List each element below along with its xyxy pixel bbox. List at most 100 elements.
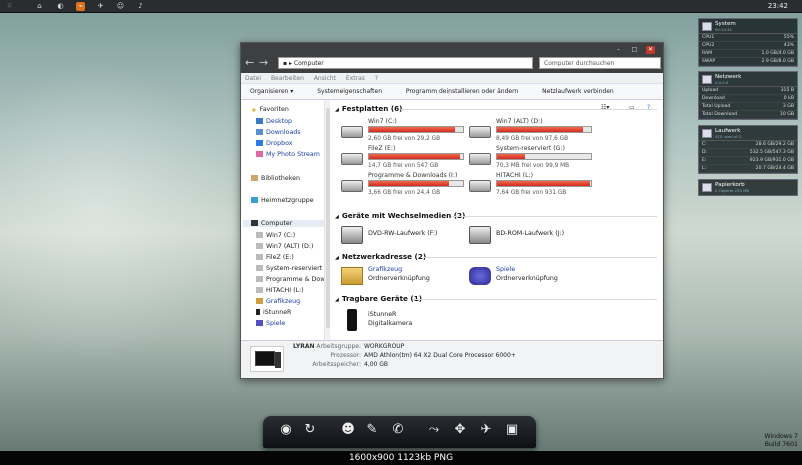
folder-icon [341, 267, 363, 285]
scroll-thumb[interactable] [326, 108, 330, 328]
chat-icon[interactable]: ✎ [363, 421, 381, 439]
menu-file[interactable]: Datei [245, 75, 261, 82]
minimize-button[interactable]: – [614, 46, 623, 54]
bird-icon[interactable]: ✈ [477, 421, 495, 439]
phone-icon [347, 309, 357, 331]
menu-bar: Datei Bearbeiten Ansicht Extras ? [241, 73, 663, 84]
nav-drive-d[interactable]: Win7 (ALT) (D:) [256, 243, 313, 250]
refresh-icon[interactable]: ↻ [301, 421, 319, 439]
bd-drive[interactable]: BD-ROM-Laufwerk (J:) [469, 224, 599, 248]
nav-drive-l[interactable]: HITACHI (L:) [256, 287, 304, 294]
close-button[interactable]: ✕ [646, 46, 655, 54]
windows-drive-icon [469, 126, 491, 138]
firefox-icon[interactable]: ◐ [56, 2, 65, 11]
navigation-pane: ★ Favoriten Desktop Downloads Dropbox My … [241, 100, 327, 340]
forward-icon[interactable]: → [259, 56, 268, 69]
drive-icon [256, 232, 263, 238]
computer-icon: ▪ ▸ [283, 60, 294, 67]
menu-help[interactable]: ? [375, 75, 378, 82]
explorer-window: – □ ✕ ← → ▪ ▸ Computer Computer durchsuc… [240, 42, 664, 379]
nav-favorites[interactable]: ★ Favoriten [251, 106, 289, 114]
menu-edit[interactable]: Bearbeiten [271, 75, 304, 82]
network-gadget: Netzwerk 0.0.0.0 Upload 315 B Download 0 k… [698, 71, 798, 120]
home-icon[interactable]: ⌂ [35, 2, 44, 11]
search-input[interactable]: Computer durchsuchen [539, 57, 661, 69]
drive-icon [256, 276, 263, 282]
nav-drive-e[interactable]: FileZ (E:) [256, 254, 294, 261]
netloc-grafikzeug[interactable]: Grafikzeug Ordnerverknüpfung [341, 265, 471, 289]
explorer-icon[interactable]: ▣ [503, 421, 521, 439]
command-bar: Organisieren ▾ Systemeigenschaften Progr… [241, 84, 663, 111]
clock: 23:42 [767, 2, 788, 10]
nav-photostream[interactable]: My Photo Stream [256, 151, 320, 158]
drive-tile[interactable]: Win7 (C:) 2,60 GB frei von 29,2 GB [341, 118, 471, 146]
windows-watermark: Windows 7 Build 7601 [764, 433, 798, 448]
nav-dropbox[interactable]: Dropbox [256, 140, 293, 147]
phone-icon[interactable]: ✆ [389, 421, 407, 439]
nav-drive-i[interactable]: Programme & Dow [256, 276, 325, 283]
gamepad-icon[interactable]: ✥ [451, 421, 469, 439]
details-pane: LYRAN Arbeitsgruppe: Prozessor: Arbeitss… [241, 340, 663, 378]
homegroup-icon [251, 197, 258, 203]
sound-icon[interactable]: ♪ [136, 2, 145, 11]
drive-icon [469, 180, 491, 192]
share-icon[interactable]: ⤳ [425, 421, 443, 439]
system-properties-button[interactable]: Systemeigenschaften [317, 88, 382, 95]
section-portable[interactable]: ◢ Tragbare Geräte (1) [335, 294, 422, 303]
nav-drive-g[interactable]: System-reserviert [256, 265, 322, 272]
drive-tile[interactable]: Programme & Downloads (I:) 3,66 GB frei v… [341, 172, 471, 200]
section-network[interactable]: ◢ Netzwerkadresse (2) [335, 252, 426, 261]
bd-icon [469, 226, 491, 244]
nav-istunner[interactable]: iStunneR [256, 309, 291, 316]
uninstall-button[interactable]: Programm deinstallieren oder ändern [406, 88, 518, 95]
downloads-icon [256, 129, 263, 135]
nav-spiele[interactable]: Spiele [256, 320, 285, 327]
nav-drive-c[interactable]: Win7 (C:) [256, 232, 295, 239]
section-removable[interactable]: ◢ Geräte mit Wechselmedien (2) [335, 211, 465, 220]
drive-tile[interactable]: System-reserviert (G:) 70,3 MB frei von 9… [469, 145, 599, 173]
map-drive-button[interactable]: Netzlaufwerk verbinden [542, 88, 614, 95]
desktop-icon [256, 118, 263, 124]
nav-desktop[interactable]: Desktop [256, 118, 292, 125]
title-bar[interactable]: – □ ✕ ← → ▪ ▸ Computer Computer durchsuc… [241, 43, 663, 73]
nav-libraries[interactable]: Bibliotheken [251, 175, 300, 182]
drive-icon [256, 287, 263, 293]
back-icon[interactable]: ← [245, 56, 254, 69]
drive-icon [256, 254, 263, 260]
star-icon: ★ [251, 107, 257, 114]
drive-tile[interactable]: HITACHI (L:) 7,64 GB frei von 931 GB [469, 172, 599, 200]
image-footer: 1600x900 1123kb PNG [0, 451, 802, 465]
phone-icon [256, 309, 260, 315]
device-istunner[interactable]: iStunneR Digitalkamera [341, 307, 471, 331]
netloc-spiele[interactable]: Spiele Ordnerverknüpfung [469, 265, 599, 289]
nav-scrollbar[interactable] [324, 100, 330, 340]
monitor-icon [702, 22, 712, 31]
nav-homegroup[interactable]: Heimnetzgruppe [251, 197, 314, 204]
nav-grafikzeug[interactable]: Grafikzeug [256, 298, 300, 305]
app-icon[interactable]: ⌁ [76, 2, 85, 11]
top-taskbar: ⁙ ⌂ ◐ ⌁ ✈ ☺ ♪ 23:42 [0, 0, 802, 13]
menu-view[interactable]: Ansicht [314, 75, 336, 82]
user-icon[interactable]: ☺ [116, 2, 125, 11]
network-icon[interactable]: ✈ [96, 2, 105, 11]
nav-downloads[interactable]: Downloads [256, 129, 301, 136]
menu-tools[interactable]: Extras [346, 75, 365, 82]
organize-button[interactable]: Organisieren ▾ [250, 88, 293, 95]
drive-tile[interactable]: FileZ (E:) 14,7 GB frei von 547 GB [341, 145, 471, 173]
address-bar[interactable]: ▪ ▸ Computer [278, 57, 533, 69]
dvd-icon [341, 226, 363, 244]
folder-link-icon [256, 298, 263, 304]
library-icon [251, 175, 258, 181]
maximize-button[interactable]: □ [630, 46, 639, 54]
photo-icon [256, 151, 263, 157]
firefox-icon[interactable]: ◉ [277, 421, 295, 439]
section-hdd[interactable]: ◢ Festplatten (6) [335, 104, 402, 113]
windows-drive-icon [341, 126, 363, 138]
drive-icon [256, 265, 263, 271]
start-icon[interactable]: ⁙ [5, 2, 14, 11]
nav-computer[interactable]: Computer [243, 220, 325, 227]
dvd-drive[interactable]: DVD-RW-Laufwerk (F:) [341, 224, 471, 248]
drive-tile[interactable]: Win7 (ALT) (D:) 8,49 GB frei von 97,6 GB [469, 118, 599, 146]
contacts-icon[interactable]: ☻ [339, 421, 357, 439]
dropbox-icon [256, 140, 263, 146]
